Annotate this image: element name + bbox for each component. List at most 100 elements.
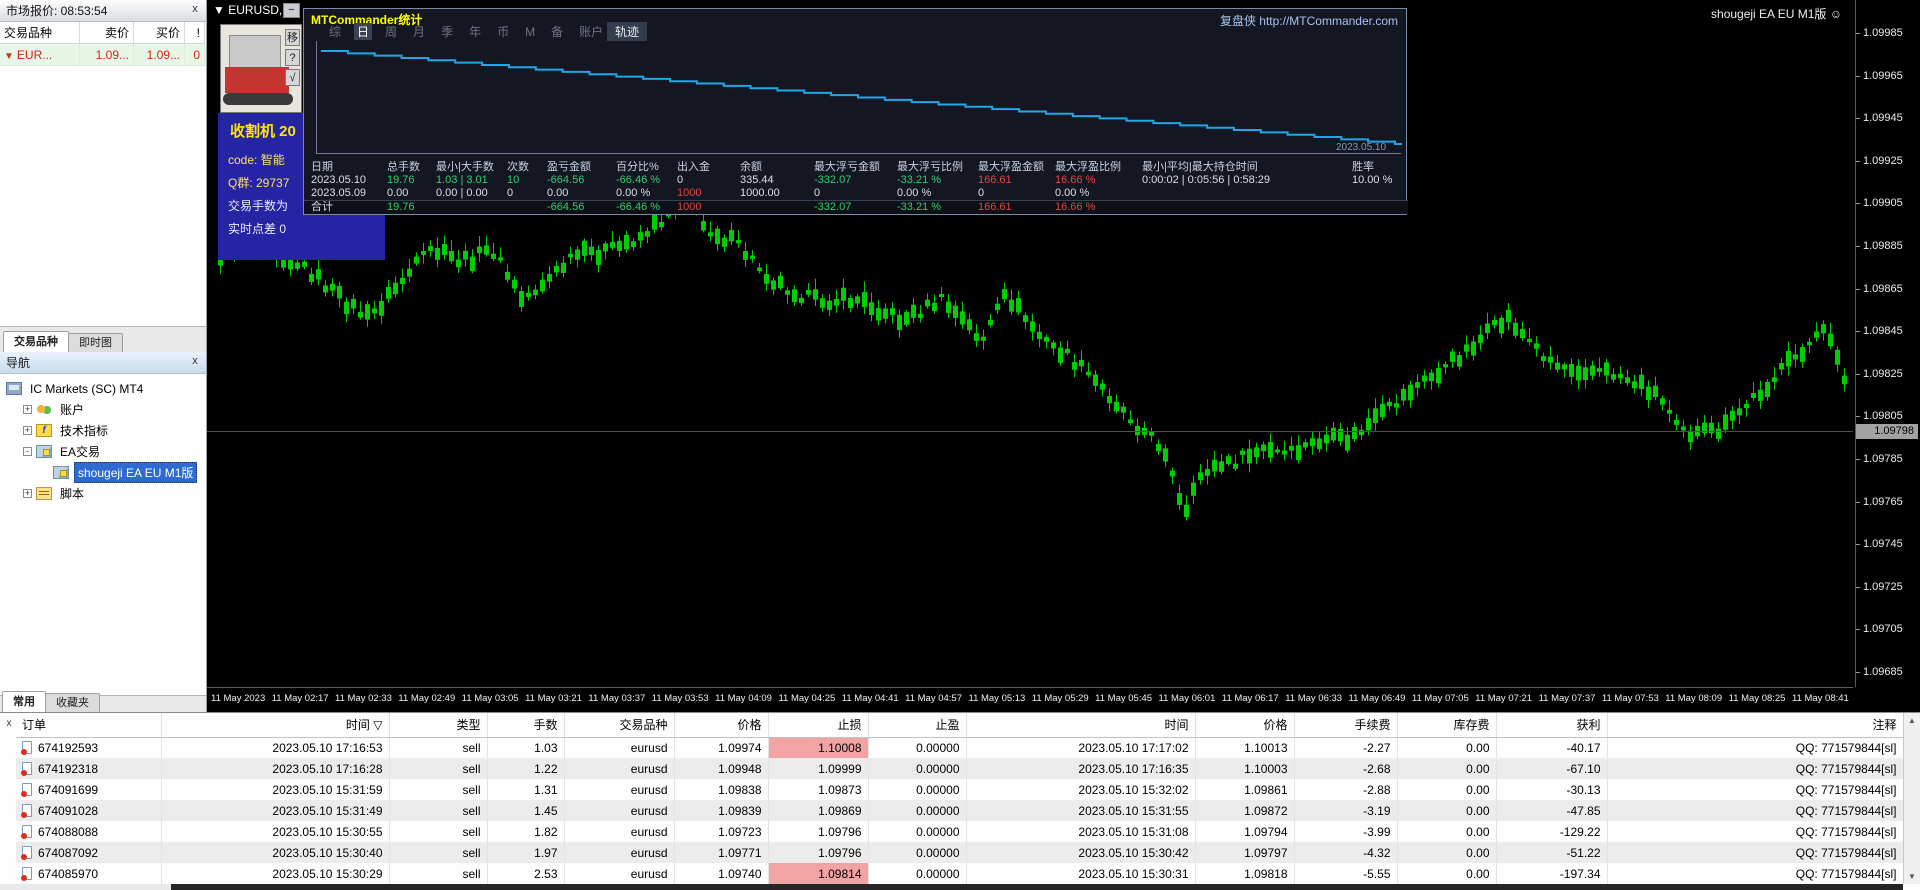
order-row-674085970[interactable]: 674085970 2023.05.10 15:30:29 sell 2.53 euru…	[16, 863, 1904, 884]
track-button[interactable]: 轨迹	[607, 22, 648, 41]
stats-column-header: 总手数	[387, 161, 420, 173]
candle	[1198, 464, 1203, 485]
stats-menu-item-综[interactable]: 综	[326, 23, 344, 40]
candle	[1072, 354, 1077, 378]
orders-column-header[interactable]: 交易品种	[564, 713, 675, 738]
stats-menu-item-M[interactable]: M	[522, 25, 538, 39]
order-cell-close_time: 2023.05.10 15:30:31	[966, 863, 1196, 884]
expander-icon[interactable]: +	[23, 405, 32, 414]
candle	[1646, 380, 1651, 409]
column-header-alert[interactable]: !	[185, 22, 205, 44]
candle	[1282, 440, 1287, 461]
candle	[1037, 324, 1042, 348]
candle	[1471, 335, 1476, 361]
candle	[967, 313, 972, 335]
order-cell-close_price: 1.09861	[1195, 779, 1295, 800]
orders-column-header[interactable]: 价格	[674, 713, 769, 738]
mt4-window: 市场报价: 08:53:54 x 交易品种 卖价 买价 ! ▼ EUR... 1.…	[0, 0, 1920, 890]
vertical-scrollbar[interactable]: ▲ ▼	[1903, 713, 1920, 884]
order-cell-close_time: 2023.05.10 15:31:08	[966, 821, 1196, 842]
candle	[1828, 322, 1833, 350]
move-button[interactable]: 移	[285, 29, 300, 46]
candle	[834, 289, 839, 313]
stats-menu-item-备[interactable]: 备	[548, 23, 566, 40]
tree-item-ic-markets-(sc)-mt4[interactable]: IC Markets (SC) MT4	[0, 378, 206, 399]
orders-column-header[interactable]: 价格	[1195, 713, 1295, 738]
horizontal-scrollbar[interactable]	[0, 884, 1903, 890]
order-row-674091699[interactable]: 674091699 2023.05.10 15:31:59 sell 1.31 euru…	[16, 779, 1904, 800]
expander-icon[interactable]: +	[23, 426, 32, 435]
stats-menu-item-季[interactable]: 季	[438, 23, 456, 40]
order-row-674087092[interactable]: 674087092 2023.05.10 15:30:40 sell 1.97 euru…	[16, 842, 1904, 863]
stats-cell: 19.76	[387, 174, 415, 186]
tree-item-技术指标[interactable]: + f 技术指标	[0, 420, 206, 441]
stats-menu-item-年[interactable]: 年	[466, 23, 484, 40]
price-axis-label: 1.09945	[1863, 112, 1903, 125]
orders-column-header[interactable]: 止盈	[868, 713, 967, 738]
stats-menu-item-日[interactable]: 日	[354, 23, 373, 40]
close-icon[interactable]: x	[188, 3, 202, 17]
stats-menu-item-币[interactable]: 币	[494, 23, 512, 40]
candle	[1170, 467, 1175, 484]
price-tick	[1856, 459, 1860, 460]
navigator-tab[interactable]: 常用	[2, 691, 46, 712]
orders-column-header[interactable]: 库存费	[1397, 713, 1497, 738]
orders-column-header[interactable]: 获利	[1496, 713, 1608, 738]
orders-column-header[interactable]: 注释	[1607, 713, 1904, 738]
order-cell-profit: -30.13	[1496, 779, 1608, 800]
tree-item-shougeji-ea-eu-m1版[interactable]: shougeji EA EU M1版	[0, 462, 206, 483]
expander-icon[interactable]: +	[23, 489, 32, 498]
orders-column-header[interactable]: 类型	[389, 713, 488, 738]
order-cell-order: 674192318	[16, 758, 162, 779]
price-axis-label: 1.09845	[1863, 325, 1903, 338]
column-header-symbol[interactable]: 交易品种	[0, 22, 80, 44]
orders-column-header[interactable]: 时间	[966, 713, 1196, 738]
stats-menu-item-账户[interactable]: 账户	[576, 23, 606, 40]
tree-item-ea交易[interactable]: - EA交易	[0, 441, 206, 462]
order-row-674088088[interactable]: 674088088 2023.05.10 15:30:55 sell 1.82 euru…	[16, 821, 1904, 842]
tree-item-脚本[interactable]: + 脚本	[0, 483, 206, 504]
close-icon[interactable]: x	[3, 718, 15, 730]
close-icon[interactable]: x	[188, 355, 202, 369]
orders-column-header[interactable]: 订单	[16, 713, 162, 738]
mtcommander-link[interactable]: 复盘侠 http://MTCommander.com	[1220, 12, 1398, 29]
candle	[1359, 424, 1364, 441]
candle	[1380, 395, 1385, 421]
candle	[771, 277, 776, 296]
stats-menu-item-月[interactable]: 月	[410, 23, 428, 40]
orders-column-header[interactable]: 止损	[768, 713, 869, 738]
candle	[316, 259, 321, 286]
candle	[708, 221, 713, 242]
column-header-bid[interactable]: 卖价	[80, 22, 134, 44]
orders-column-header[interactable]: 手数	[487, 713, 565, 738]
order-cell-commission: -3.99	[1294, 821, 1398, 842]
scroll-up-icon[interactable]: ▲	[1904, 713, 1920, 728]
stats-cell: 16.66 %	[1055, 174, 1096, 186]
candle	[1247, 439, 1252, 473]
orders-column-header[interactable]: 手续费	[1294, 713, 1398, 738]
time-axis[interactable]: 11 May 2023 11 May 02:17 11 May 02:33 11 Ma…	[207, 687, 1853, 709]
tree-item-账户[interactable]: + 账户	[0, 399, 206, 420]
order-row-674091028[interactable]: 674091028 2023.05.10 15:31:49 sell 1.45 euru…	[16, 800, 1904, 821]
market-watch-tab[interactable]: 交易品种	[3, 331, 69, 352]
market-watch-row-eurusd[interactable]: ▼ EUR... 1.09... 1.09... 0	[0, 44, 206, 66]
price-axis[interactable]: 1.09985 1.09965 1.09945 1.09925 1.09905 1.098…	[1855, 0, 1920, 687]
orders-column-header[interactable]: 时间 ▽	[161, 713, 390, 738]
stats-menu-item-周[interactable]: 周	[382, 23, 400, 40]
minimize-icon[interactable]: −	[283, 3, 300, 18]
column-header-ask[interactable]: 买价	[134, 22, 185, 44]
price-tick	[1856, 160, 1860, 162]
help-button[interactable]: ?	[285, 49, 300, 66]
price-axis-label: 1.09725	[1863, 580, 1903, 593]
scrollbar-thumb[interactable]	[171, 884, 1903, 890]
navigator-tab[interactable]: 收藏夹	[45, 693, 100, 712]
expander-icon[interactable]: -	[23, 447, 32, 456]
scroll-down-icon[interactable]: ▼	[1904, 869, 1920, 884]
market-watch-tab[interactable]: 即时图	[68, 333, 123, 352]
order-row-674192318[interactable]: 674192318 2023.05.10 17:16:28 sell 1.22 euru…	[16, 758, 1904, 779]
confirm-button[interactable]: √	[285, 69, 300, 86]
candle	[1156, 439, 1161, 455]
candle	[911, 297, 916, 323]
candle	[1338, 422, 1343, 447]
order-row-674192593[interactable]: 674192593 2023.05.10 17:16:53 sell 1.03 euru…	[16, 737, 1904, 758]
